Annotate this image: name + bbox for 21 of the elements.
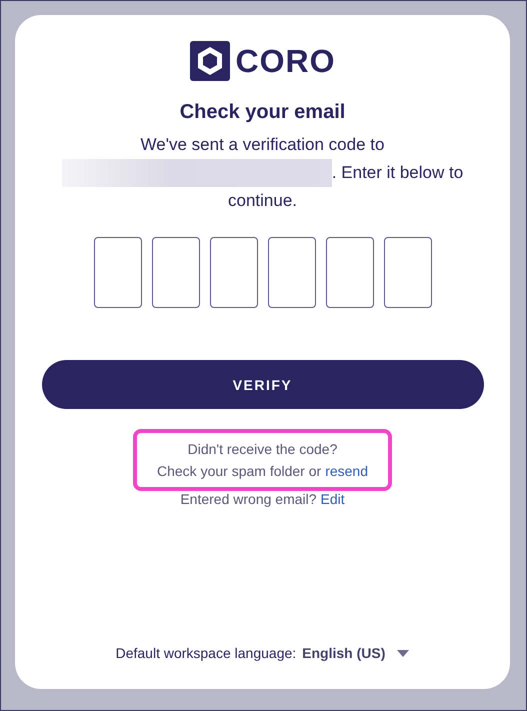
logo-wordmark: CORO (236, 42, 336, 81)
message-text: continue. (228, 190, 297, 212)
help-text: Didn't receive the code? (188, 440, 338, 459)
help-text: Check your spam folder or (157, 462, 322, 481)
code-input-field[interactable] (268, 237, 316, 308)
dropdown-caret-icon[interactable] (397, 650, 410, 656)
code-input-field[interactable] (94, 237, 142, 308)
language-dropdown[interactable]: English (US) (302, 645, 386, 661)
code-input-field[interactable] (384, 237, 432, 308)
hexagon-logo-icon (190, 41, 230, 81)
resend-link[interactable]: resend (325, 460, 368, 482)
verify-button[interactable]: VERIFY (42, 360, 484, 409)
edit-link[interactable]: Edit (320, 491, 345, 507)
page-title: Check your email (180, 100, 346, 125)
code-input-field[interactable] (326, 237, 374, 308)
message-text: . Enter it below to (332, 162, 464, 184)
message-text: We've sent a verification code to (140, 134, 384, 156)
language-label: Default workspace language: (116, 645, 296, 661)
help-text: Entered wrong email? (180, 491, 317, 507)
code-input-field[interactable] (210, 237, 258, 308)
code-input-field[interactable] (152, 237, 200, 308)
